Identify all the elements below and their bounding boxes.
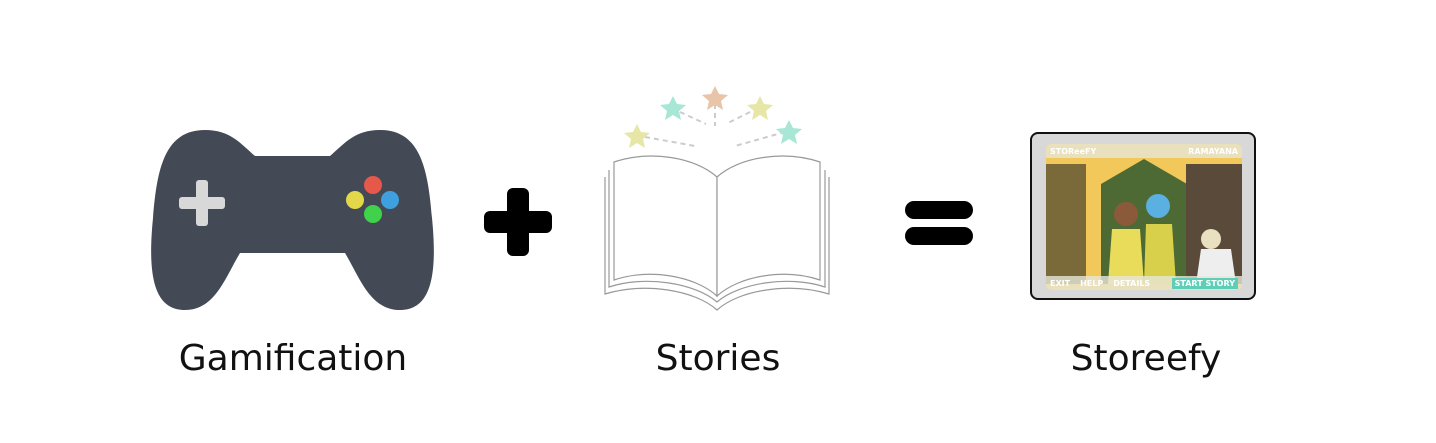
plus-operator-vertical [507, 188, 529, 256]
exit-button[interactable]: EXIT [1050, 279, 1070, 288]
story-illustration: STOReeFY RAMAYANA EXIT HELP DETAILS STAR… [1046, 144, 1242, 290]
storeefy-label: Storeefy [1070, 338, 1222, 379]
bottom-bar: EXIT HELP DETAILS START STORY [1046, 276, 1242, 290]
tablet-screenshot: STOReeFY RAMAYANA EXIT HELP DETAILS STAR… [1030, 132, 1256, 300]
story-title: RAMAYANA [1188, 146, 1238, 156]
stories-label: Stories [655, 338, 781, 379]
equals-operator-top [905, 201, 973, 219]
open-book-icon [604, 86, 830, 311]
gamification-label: Gamification [178, 338, 408, 379]
top-bar: STOReeFY RAMAYANA [1046, 144, 1242, 158]
gamepad-icon [151, 130, 434, 310]
details-button[interactable]: DETAILS [1113, 279, 1150, 288]
start-story-button[interactable]: START STORY [1171, 277, 1238, 289]
help-button[interactable]: HELP [1080, 279, 1103, 288]
brand-text: STOReeFY [1050, 146, 1097, 156]
equals-operator-bottom [905, 227, 973, 245]
